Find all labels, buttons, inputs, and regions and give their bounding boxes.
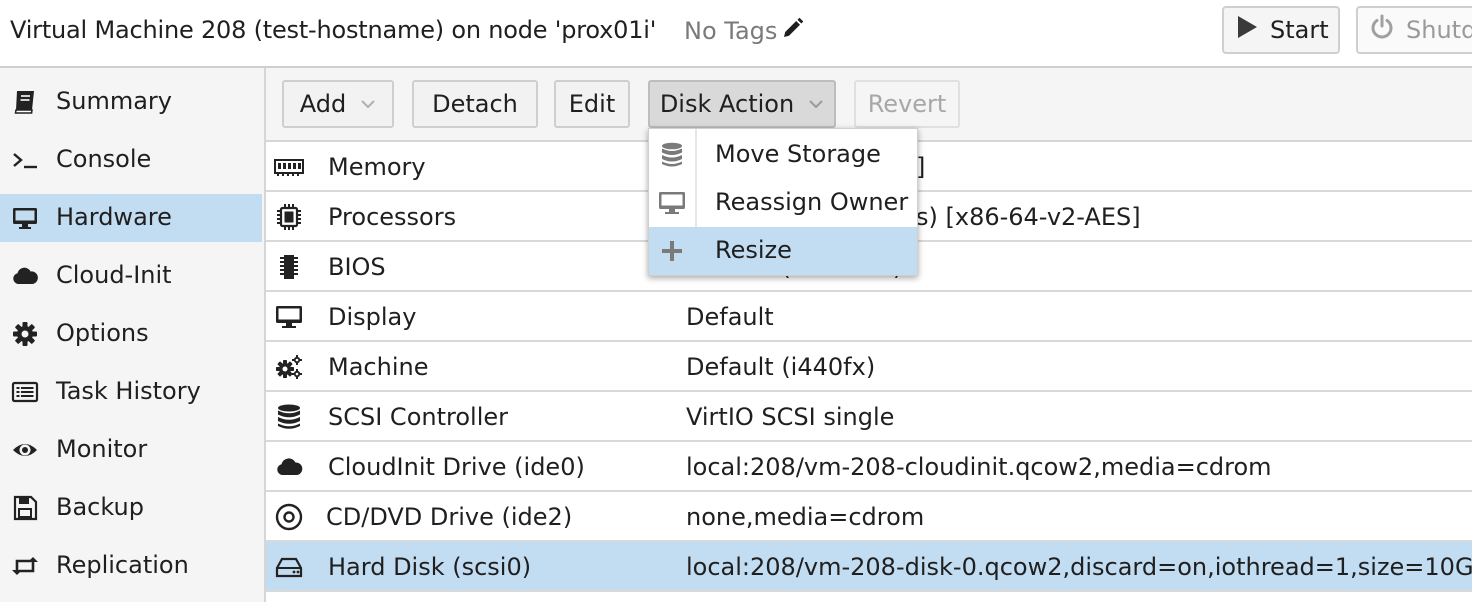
chevron-down-icon bbox=[360, 98, 376, 110]
tags-editor[interactable]: No Tags bbox=[684, 16, 805, 46]
table-row[interactable]: CloudInit Drive (ide0) local:208/vm-208-… bbox=[266, 442, 1472, 492]
menu-item-label: Reassign Owner bbox=[715, 188, 909, 216]
chip-icon bbox=[272, 252, 306, 282]
hdd-icon bbox=[272, 552, 306, 582]
table-row[interactable]: Hard Disk (scsi0) local:208/vm-208-disk-… bbox=[266, 542, 1472, 592]
hardware-name: Display bbox=[328, 303, 417, 331]
hardware-name: Hard Disk (scsi0) bbox=[328, 553, 532, 581]
cloud-icon bbox=[10, 262, 40, 290]
edit-button[interactable]: Edit bbox=[554, 80, 630, 128]
database-icon bbox=[272, 402, 306, 432]
hardware-value: Default bbox=[686, 303, 774, 331]
sidebar-item-label: Replication bbox=[56, 551, 189, 579]
hardware-value: Default (i440fx) bbox=[686, 353, 876, 381]
sidebar: Summary Console Hardware Cloud-Init Opti… bbox=[0, 68, 266, 602]
database-icon bbox=[657, 141, 687, 169]
hardware-value: local:208/vm-208-cloudinit.qcow2,media=c… bbox=[686, 453, 1272, 481]
menu-item-resize[interactable]: Resize bbox=[649, 227, 917, 275]
sidebar-item-label: Console bbox=[56, 145, 152, 173]
page-title: Virtual Machine 208 (test-hostname) on n… bbox=[10, 16, 657, 44]
edit-label: Edit bbox=[568, 90, 616, 118]
cloud-icon bbox=[272, 452, 306, 482]
detach-label: Detach bbox=[432, 90, 518, 118]
chevron-down-icon bbox=[808, 98, 824, 110]
retweet-icon bbox=[10, 552, 40, 580]
sidebar-item-label: Cloud-Init bbox=[56, 261, 172, 289]
start-label: Start bbox=[1270, 16, 1329, 44]
memory-icon bbox=[272, 152, 306, 182]
terminal-icon bbox=[10, 146, 40, 174]
header: Virtual Machine 208 (test-hostname) on n… bbox=[0, 0, 1472, 68]
sidebar-item-task-history[interactable]: Task History bbox=[0, 368, 262, 416]
table-row[interactable]: SCSI Controller VirtIO SCSI single bbox=[266, 392, 1472, 442]
power-icon bbox=[1370, 14, 1394, 46]
desktop-icon bbox=[272, 302, 306, 332]
sidebar-item-console[interactable]: Console bbox=[0, 136, 262, 184]
play-icon bbox=[1236, 15, 1258, 45]
revert-button[interactable]: Revert bbox=[854, 80, 960, 128]
cdrom-icon bbox=[272, 502, 306, 532]
hardware-name: Processors bbox=[328, 203, 457, 231]
sidebar-item-label: Options bbox=[56, 319, 149, 347]
hardware-value: VirtIO SCSI single bbox=[686, 403, 895, 431]
tags-label: No Tags bbox=[684, 17, 778, 45]
shutdown-button[interactable]: Shutdo bbox=[1356, 6, 1472, 54]
sidebar-item-label: Hardware bbox=[56, 203, 172, 231]
menu-item-label: Move Storage bbox=[715, 140, 881, 168]
sidebar-item-label: Task History bbox=[56, 377, 201, 405]
sidebar-item-replication[interactable]: Replication bbox=[0, 542, 262, 590]
add-label: Add bbox=[299, 90, 347, 118]
hardware-name: CD/DVD Drive (ide2) bbox=[326, 503, 573, 531]
gears-icon bbox=[272, 352, 306, 382]
eye-icon bbox=[10, 436, 40, 464]
table-row[interactable]: Display Default bbox=[266, 292, 1472, 342]
sidebar-item-monitor[interactable]: Monitor bbox=[0, 426, 262, 474]
cpu-icon bbox=[272, 202, 306, 232]
revert-label: Revert bbox=[867, 90, 947, 118]
add-button[interactable]: Add bbox=[282, 80, 394, 128]
hardware-name: SCSI Controller bbox=[328, 403, 508, 431]
sidebar-item-label: Monitor bbox=[56, 435, 148, 463]
disk-action-label: Disk Action bbox=[659, 90, 795, 118]
floppy-icon bbox=[10, 494, 40, 522]
sidebar-item-label: Summary bbox=[56, 87, 172, 115]
table-row[interactable]: CD/DVD Drive (ide2) none,media=cdrom bbox=[266, 492, 1472, 542]
list-icon bbox=[10, 378, 40, 406]
disk-action-menu: Move Storage Reassign Owner Resize bbox=[648, 128, 918, 276]
hardware-name: BIOS bbox=[328, 253, 386, 281]
hardware-value: s) [x86-64-v2-AES] bbox=[916, 203, 1141, 231]
sidebar-item-summary[interactable]: Summary bbox=[0, 78, 262, 126]
book-icon bbox=[10, 88, 40, 116]
gear-icon bbox=[10, 320, 40, 348]
sidebar-item-label: Backup bbox=[56, 493, 144, 521]
sidebar-item-cloud-init[interactable]: Cloud-Init bbox=[0, 252, 262, 300]
start-button[interactable]: Start bbox=[1222, 6, 1340, 54]
hardware-value: local:208/vm-208-disk-0.qcow2,discard=on… bbox=[686, 553, 1472, 581]
pencil-icon[interactable] bbox=[781, 16, 805, 46]
desktop-icon bbox=[10, 204, 40, 232]
hardware-name: Machine bbox=[328, 353, 429, 381]
sidebar-item-hardware[interactable]: Hardware bbox=[0, 194, 262, 242]
plus-icon bbox=[657, 237, 687, 265]
menu-item-label: Resize bbox=[715, 236, 792, 264]
hardware-name: CloudInit Drive (ide0) bbox=[328, 453, 585, 481]
shutdown-label: Shutdo bbox=[1406, 16, 1472, 44]
detach-button[interactable]: Detach bbox=[412, 80, 538, 128]
disk-action-button[interactable]: Disk Action bbox=[648, 80, 836, 128]
sidebar-item-backup[interactable]: Backup bbox=[0, 484, 262, 532]
sidebar-item-options[interactable]: Options bbox=[0, 310, 262, 358]
table-row[interactable]: Machine Default (i440fx) bbox=[266, 342, 1472, 392]
desktop-icon bbox=[657, 189, 687, 217]
menu-item-reassign-owner[interactable]: Reassign Owner bbox=[649, 179, 917, 227]
hardware-name: Memory bbox=[328, 153, 426, 181]
menu-item-move-storage[interactable]: Move Storage bbox=[649, 131, 917, 179]
hardware-value: none,media=cdrom bbox=[686, 503, 925, 531]
